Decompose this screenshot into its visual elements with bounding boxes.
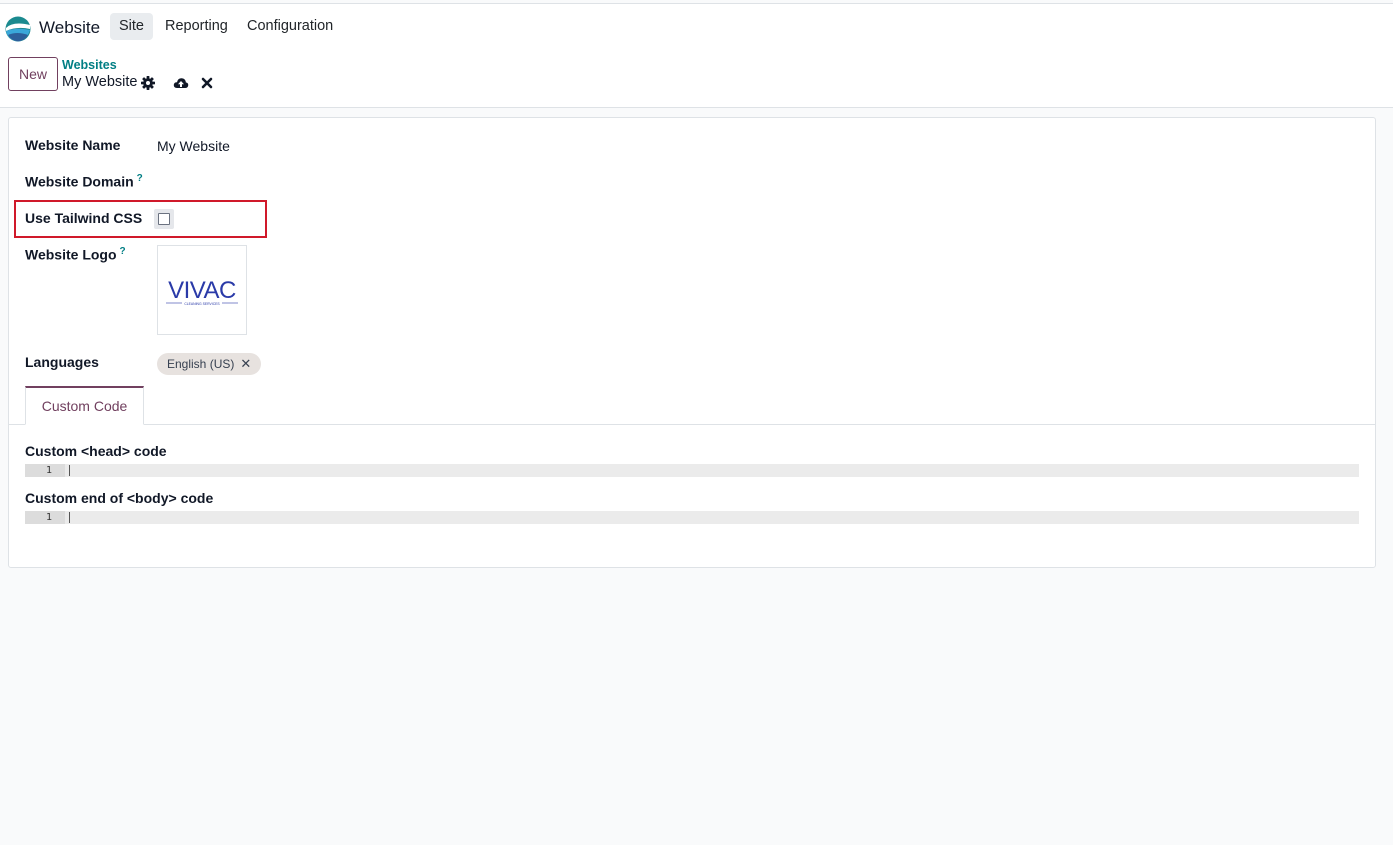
website-app-icon[interactable] [5,16,31,42]
website-name-field[interactable]: My Website [157,138,230,154]
custom-body-editor[interactable]: 1 [25,511,1359,524]
website-domain-label: Website Domain? [25,173,143,190]
custom-head-label: Custom <head> code [25,443,167,459]
breadcrumb-current: My Website [62,74,138,90]
checkbox-box [158,213,170,225]
tailwind-label: Use Tailwind CSS [25,210,143,226]
text-cursor [69,465,70,476]
tabs-divider [9,424,1375,425]
tab-custom-code[interactable]: Custom Code [25,386,144,425]
control-panel: New Websites My Website [0,48,1393,108]
gear-icon[interactable] [140,75,156,91]
tailwind-checkbox[interactable] [154,209,174,229]
svg-text:VIVAC: VIVAC [168,277,236,304]
new-button[interactable]: New [8,57,58,91]
menu-site[interactable]: Site [110,13,153,40]
app-name[interactable]: Website [39,18,100,38]
line-number: 1 [25,464,65,477]
language-tag-label: English (US) [167,357,235,371]
vivac-logo: VIVAC CLEANING SERVICES [166,277,238,306]
svg-text:CLEANING SERVICES: CLEANING SERVICES [184,302,220,306]
help-icon[interactable]: ? [137,173,143,184]
website-name-label: Website Name [25,137,121,153]
languages-label: Languages [25,354,99,370]
discard-icon[interactable] [199,75,215,91]
custom-head-editor[interactable]: 1 [25,464,1359,477]
line-number: 1 [25,511,65,524]
website-logo-label: Website Logo? [25,246,126,263]
text-cursor [69,512,70,523]
main-navbar: Website Site Reporting Configuration [0,4,1393,48]
menu-configuration[interactable]: Configuration [238,13,342,40]
website-logo-image[interactable]: VIVAC CLEANING SERVICES [157,245,247,335]
menu-reporting[interactable]: Reporting [156,13,237,40]
form-sheet: Website Name My Website Website Domain? … [8,117,1376,568]
custom-body-label: Custom end of <body> code [25,490,214,506]
remove-tag-icon[interactable]: ✕ [240,353,251,375]
language-tag: English (US) ✕ [157,353,262,375]
help-icon[interactable]: ? [120,246,126,257]
breadcrumb-websites[interactable]: Websites [62,58,117,72]
cloud-upload-icon[interactable] [173,75,189,91]
